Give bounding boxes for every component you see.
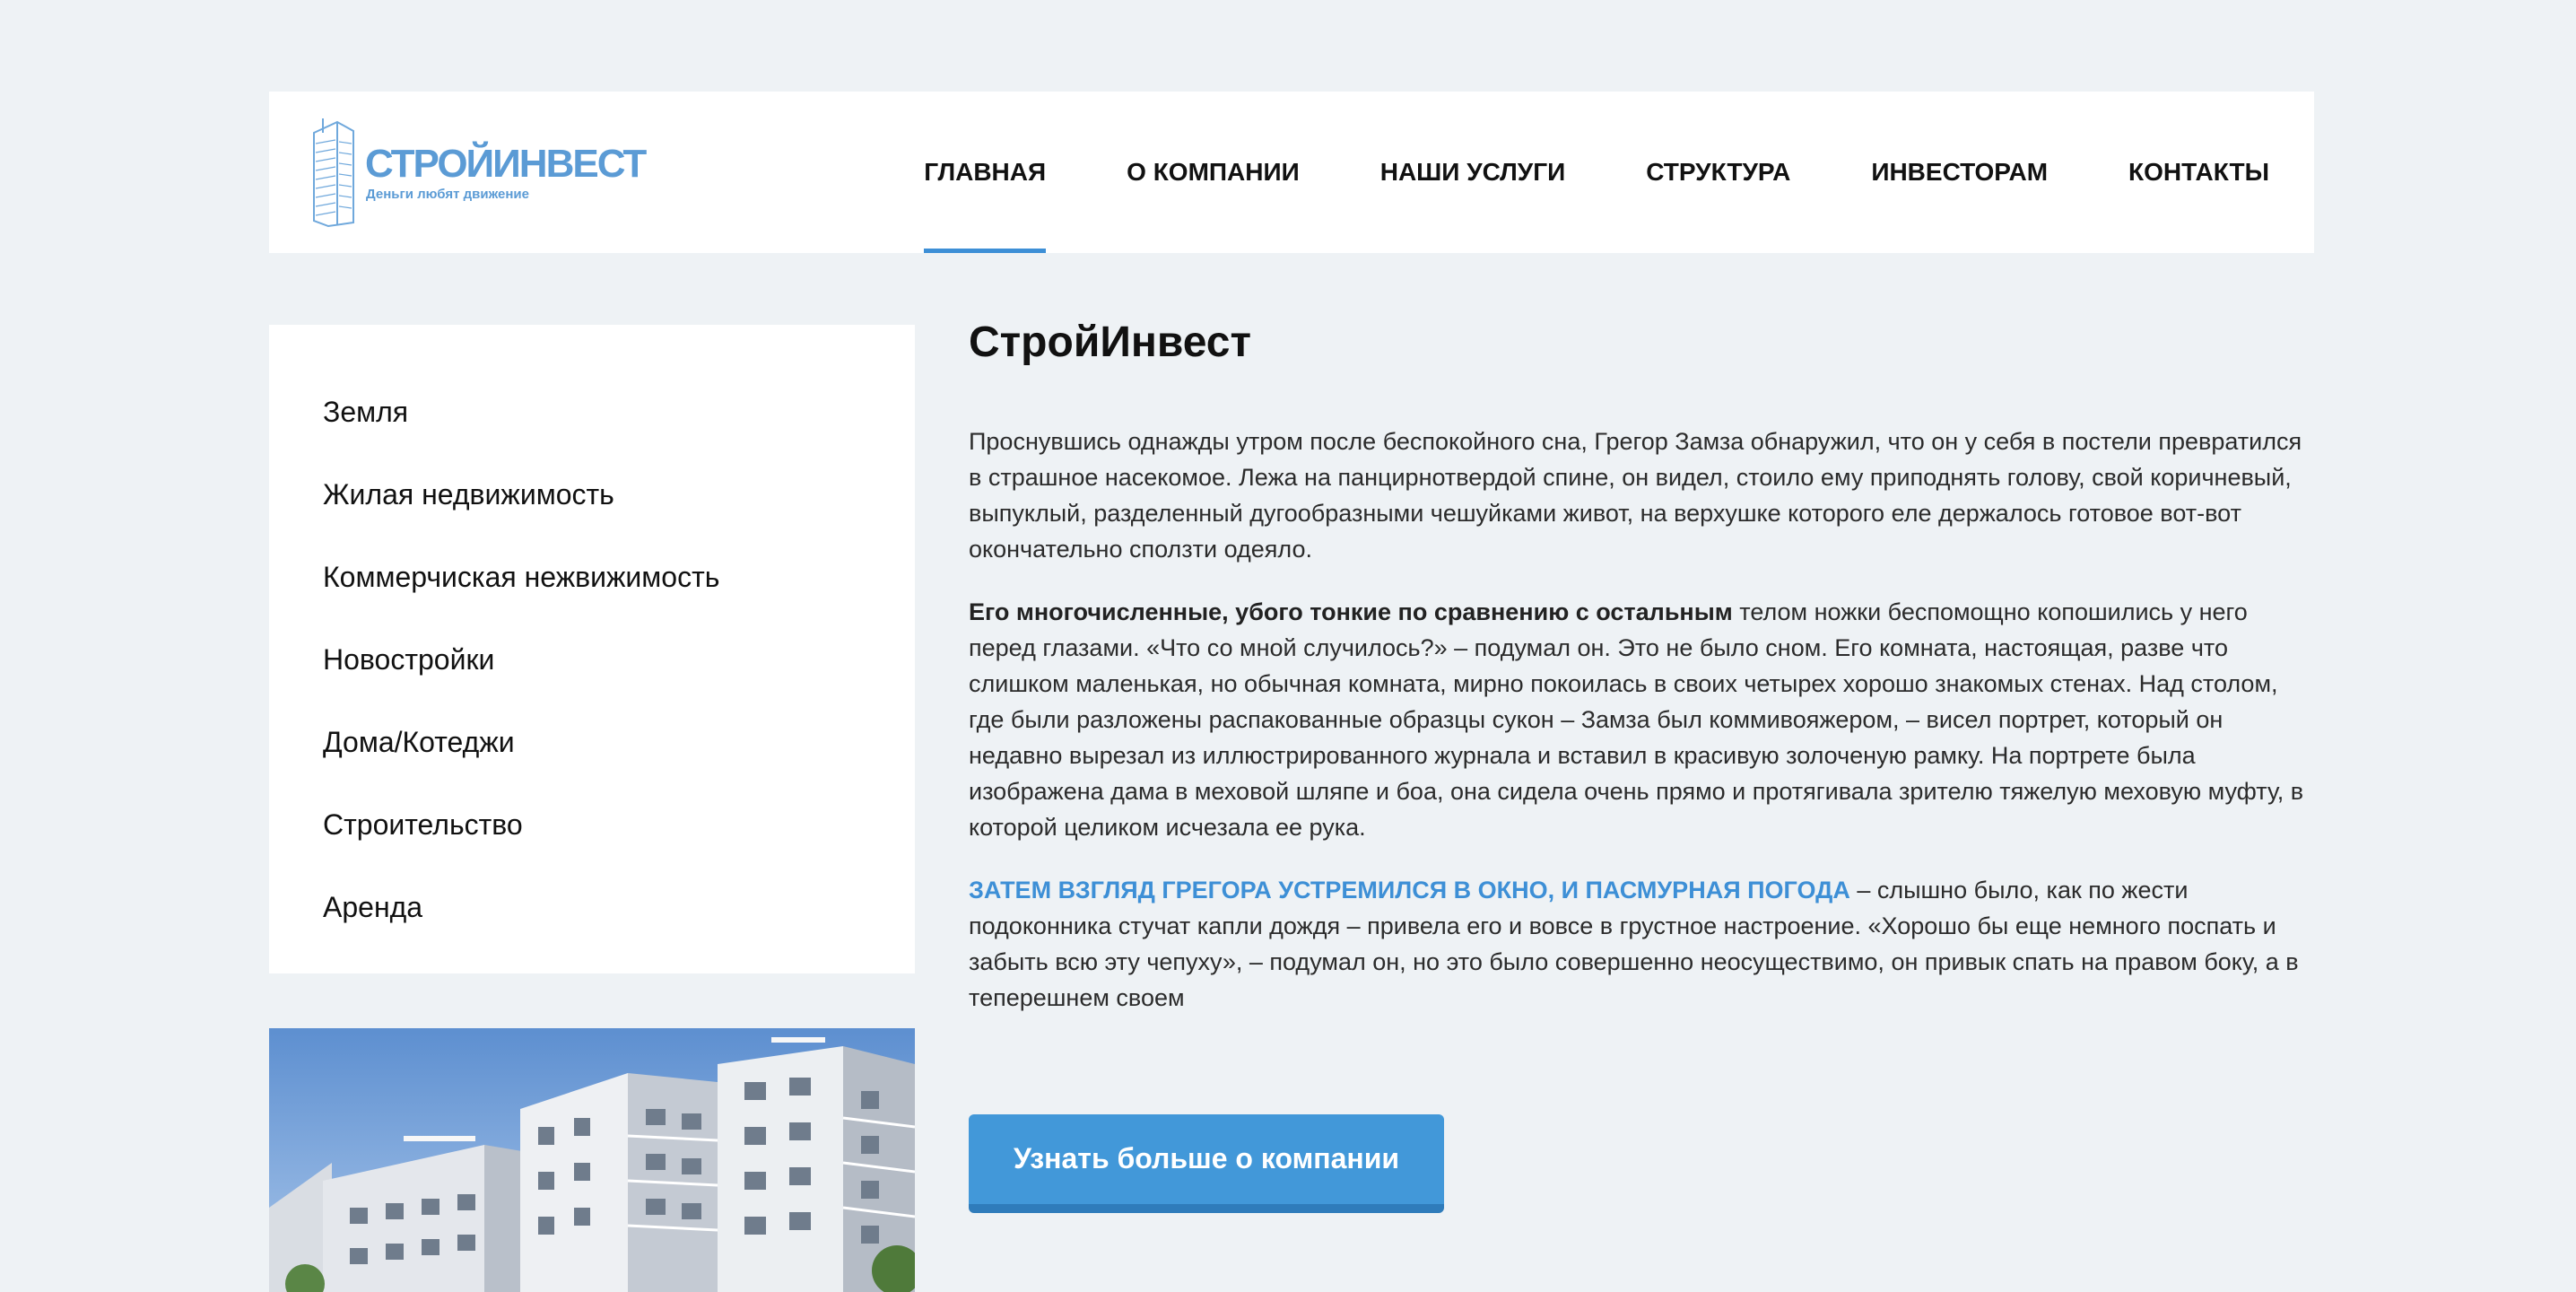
paragraph-1: Проснувшись однажды утром после беспокой… (969, 428, 2302, 563)
sidebar-menu: Земля Жилая недвижимость Коммерчиская не… (269, 325, 915, 973)
company-logo[interactable]: СТРОЙИНВЕСТ Деньги любят движение (301, 115, 647, 228)
page-title: СтройИнвест (969, 319, 1251, 366)
sidebar-list: Земля Жилая недвижимость Коммерчиская не… (323, 380, 719, 958)
paragraph-3: ЗАТЕМ ВЗГЛЯД ГРЕГОРА УСТРЕМИЛСЯ В ОКНО, … (969, 872, 2314, 1016)
nav-item-investors[interactable]: ИНВЕСТОРАМ (1871, 92, 2048, 253)
main-nav: ГЛАВНАЯ О КОМПАНИИ НАШИ УСЛУГИ СТРУКТУРА… (924, 92, 2269, 253)
nav-item-about[interactable]: О КОМПАНИИ (1127, 92, 1300, 253)
main-content: СтройИнвест Проснувшись однажды утром по… (969, 316, 2314, 1011)
paragraph-2-text: телом ножки беспомощно копошились у него… (969, 598, 2304, 841)
sidebar-item-construction[interactable]: Строительство (323, 793, 719, 876)
logo-name: СТРОЙИНВЕСТ (365, 142, 647, 186)
site-header: СТРОЙИНВЕСТ Деньги любят движение ГЛАВНА… (269, 92, 2314, 253)
sidebar-item-rent[interactable]: Аренда (323, 876, 719, 958)
sidebar-item-commercial[interactable]: Коммерчиская нежвижимость (323, 546, 719, 628)
logo-tagline: Деньги любят движение (366, 187, 529, 202)
building-logo-icon (313, 118, 354, 228)
paragraph-2-strong: Его многочисленные, убого тонкие по срав… (969, 598, 1733, 625)
learn-more-button[interactable]: Узнать больше о компании (969, 1114, 1444, 1213)
nav-item-home[interactable]: ГЛАВНАЯ (924, 92, 1046, 253)
paragraph-2: Его многочисленные, убого тонкие по срав… (969, 594, 2314, 845)
nav-item-structure[interactable]: СТРУКТУРА (1646, 92, 1790, 253)
paragraph-3-highlight: ЗАТЕМ ВЗГЛЯД ГРЕГОРА УСТРЕМИЛСЯ В ОКНО, … (969, 877, 1850, 904)
sidebar-item-land[interactable]: Земля (323, 380, 719, 463)
sidebar-item-new-buildings[interactable]: Новостройки (323, 628, 719, 711)
nav-item-contacts[interactable]: КОНТАКТЫ (2128, 92, 2269, 253)
nav-item-services[interactable]: НАШИ УСЛУГИ (1380, 92, 1566, 253)
building-photo (269, 1028, 915, 1292)
sidebar-item-houses[interactable]: Дома/Котеджи (323, 711, 719, 793)
sidebar-item-residential[interactable]: Жилая недвижимость (323, 463, 719, 546)
